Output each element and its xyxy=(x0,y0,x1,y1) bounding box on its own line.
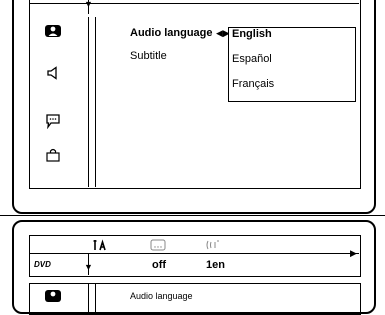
down-arrow-icon: ▼ xyxy=(84,262,93,272)
settings-icon xyxy=(93,238,107,256)
speech-bubble-icon[interactable] xyxy=(42,112,64,130)
subtitle-icon xyxy=(150,238,166,256)
person-icon[interactable] xyxy=(42,22,64,40)
subtitle-value: off xyxy=(152,259,167,271)
speaker-icon[interactable] xyxy=(42,64,64,82)
dvd-logo: DVD xyxy=(34,256,56,274)
svg-text:DVD: DVD xyxy=(34,260,51,269)
panel-separator xyxy=(0,215,385,216)
bottom-column-divider-2 xyxy=(95,283,96,313)
menu-item-audio-language[interactable]: Audio language xyxy=(130,27,213,39)
status-divider xyxy=(29,253,359,254)
down-arrow-icon: ▼ xyxy=(84,0,93,9)
menu-item-subtitle[interactable]: Subtitle xyxy=(130,50,167,62)
status-bar xyxy=(29,235,361,277)
option-english[interactable]: English xyxy=(232,28,272,40)
menu-highlight-column xyxy=(88,17,96,187)
option-espanol[interactable]: Español xyxy=(232,53,272,65)
option-francais[interactable]: Français xyxy=(232,78,274,90)
person-icon xyxy=(42,287,64,305)
bottom-column-divider xyxy=(88,283,89,313)
lock-icon[interactable] xyxy=(42,146,64,164)
top-divider xyxy=(29,3,359,4)
audio-value: 1en xyxy=(206,259,225,271)
bottom-audio-language-label: Audio language xyxy=(130,291,193,301)
bottom-screen xyxy=(29,283,361,315)
audio-icon xyxy=(205,238,221,256)
right-arrow-icon: ▶ xyxy=(350,248,357,258)
